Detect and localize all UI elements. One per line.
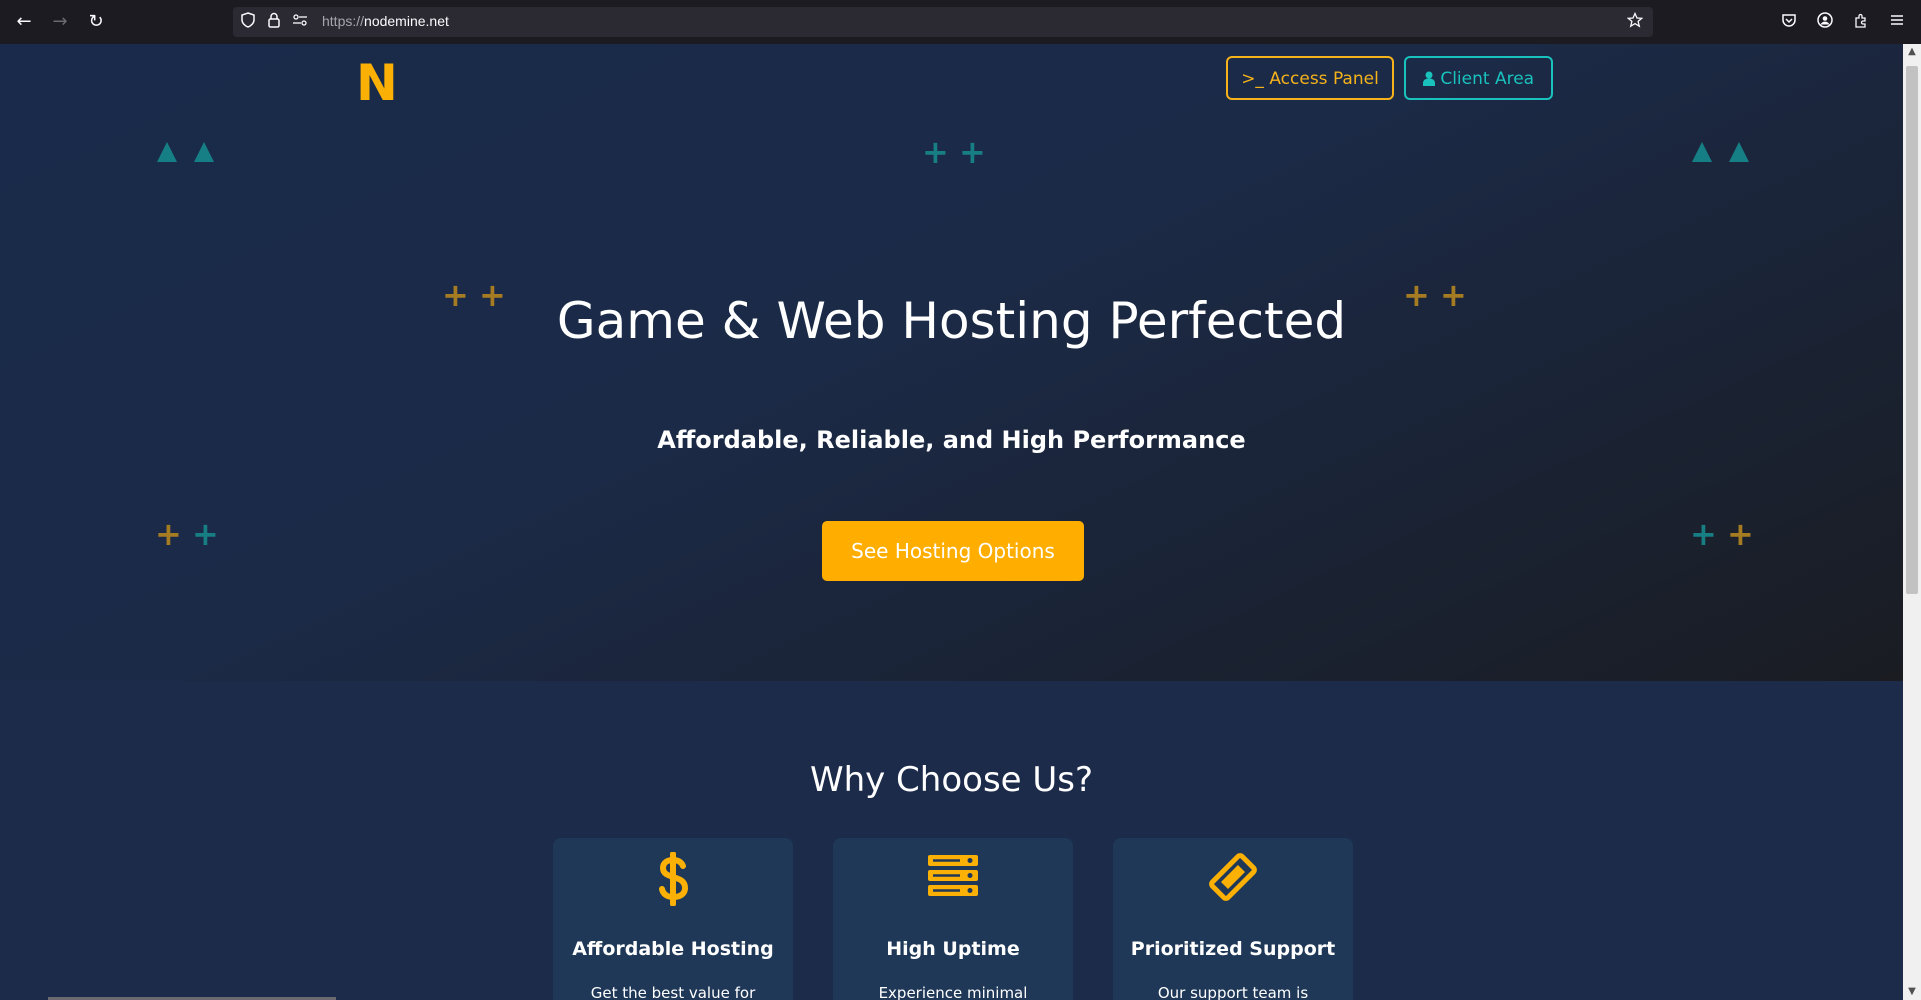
reload-icon[interactable]: ↻ xyxy=(86,12,106,32)
dollar-icon xyxy=(553,851,793,917)
vertical-scrollbar[interactable]: ▲ ▼ xyxy=(1903,44,1921,1000)
card-text: Get the best value for xyxy=(590,984,756,1000)
triangle-decoration xyxy=(157,142,177,162)
menu-icon[interactable] xyxy=(1887,12,1907,32)
bookmark-star-icon[interactable] xyxy=(1626,11,1644,30)
card-title: Prioritized Support xyxy=(1130,938,1336,960)
terminal-icon: >_ xyxy=(1241,69,1264,89)
user-icon xyxy=(1422,60,1435,102)
feature-card-affordable: Affordable Hosting Get the best value fo… xyxy=(553,838,793,1000)
client-area-button[interactable]: Client Area xyxy=(1404,56,1553,100)
lock-icon[interactable] xyxy=(265,12,283,30)
plus-decoration: + xyxy=(922,133,949,171)
site-logo[interactable]: N xyxy=(356,54,398,112)
url-scheme: https:// xyxy=(322,13,365,29)
why-choose-us-section: Why Choose Us? Affordable Hosting Get th… xyxy=(0,681,1903,1000)
back-arrow-icon[interactable]: ← xyxy=(14,12,34,32)
triangle-decoration xyxy=(1729,142,1749,162)
scroll-down-icon[interactable]: ▼ xyxy=(1903,984,1921,1000)
see-hosting-options-button[interactable]: See Hosting Options xyxy=(822,521,1084,581)
access-panel-label: Access Panel xyxy=(1269,69,1379,89)
browser-toolbar: ← → ↻ https://nodemine.net xyxy=(0,0,1921,45)
plus-decoration: + xyxy=(1690,515,1717,553)
shield-icon[interactable] xyxy=(239,12,257,30)
feature-card-support: Prioritized Support Our support team is xyxy=(1113,838,1353,1000)
hero-section: N >_ Access Panel Client Area + + + + + … xyxy=(0,44,1903,681)
triangle-decoration xyxy=(1692,142,1712,162)
permissions-icon[interactable] xyxy=(291,12,309,30)
card-title: Affordable Hosting xyxy=(572,938,774,960)
address-bar[interactable]: https://nodemine.net xyxy=(233,7,1653,37)
triangle-decoration xyxy=(194,142,214,162)
plus-decoration: + xyxy=(959,133,986,171)
card-title: High Uptime xyxy=(886,938,1020,960)
server-icon xyxy=(833,852,1073,908)
card-text: Our support team is xyxy=(1157,984,1309,1000)
pocket-icon[interactable] xyxy=(1779,12,1799,32)
extensions-icon[interactable] xyxy=(1851,12,1871,32)
scroll-thumb[interactable] xyxy=(1906,66,1918,594)
access-panel-button[interactable]: >_ Access Panel xyxy=(1226,56,1394,100)
url-text: https://nodemine.net xyxy=(322,13,449,29)
plus-decoration: + xyxy=(192,515,219,553)
ticket-icon xyxy=(1113,852,1353,913)
client-area-label: Client Area xyxy=(1440,69,1535,89)
card-text: Experience minimal xyxy=(878,984,1028,1000)
feature-card-uptime: High Uptime Experience minimal xyxy=(833,838,1073,1000)
plus-decoration: + xyxy=(155,515,182,553)
url-host: nodemine.net xyxy=(364,13,449,29)
forward-arrow-icon[interactable]: → xyxy=(50,12,70,32)
section-title: Why Choose Us? xyxy=(809,760,1094,800)
page-viewport: N >_ Access Panel Client Area + + + + + … xyxy=(0,44,1903,1000)
hero-subtitle: Affordable, Reliable, and High Performan… xyxy=(657,426,1246,454)
plus-decoration: + xyxy=(1727,515,1754,553)
scroll-up-icon[interactable]: ▲ xyxy=(1903,44,1921,60)
hero-title: Game & Web Hosting Perfected xyxy=(556,292,1347,350)
account-icon[interactable] xyxy=(1815,12,1835,32)
